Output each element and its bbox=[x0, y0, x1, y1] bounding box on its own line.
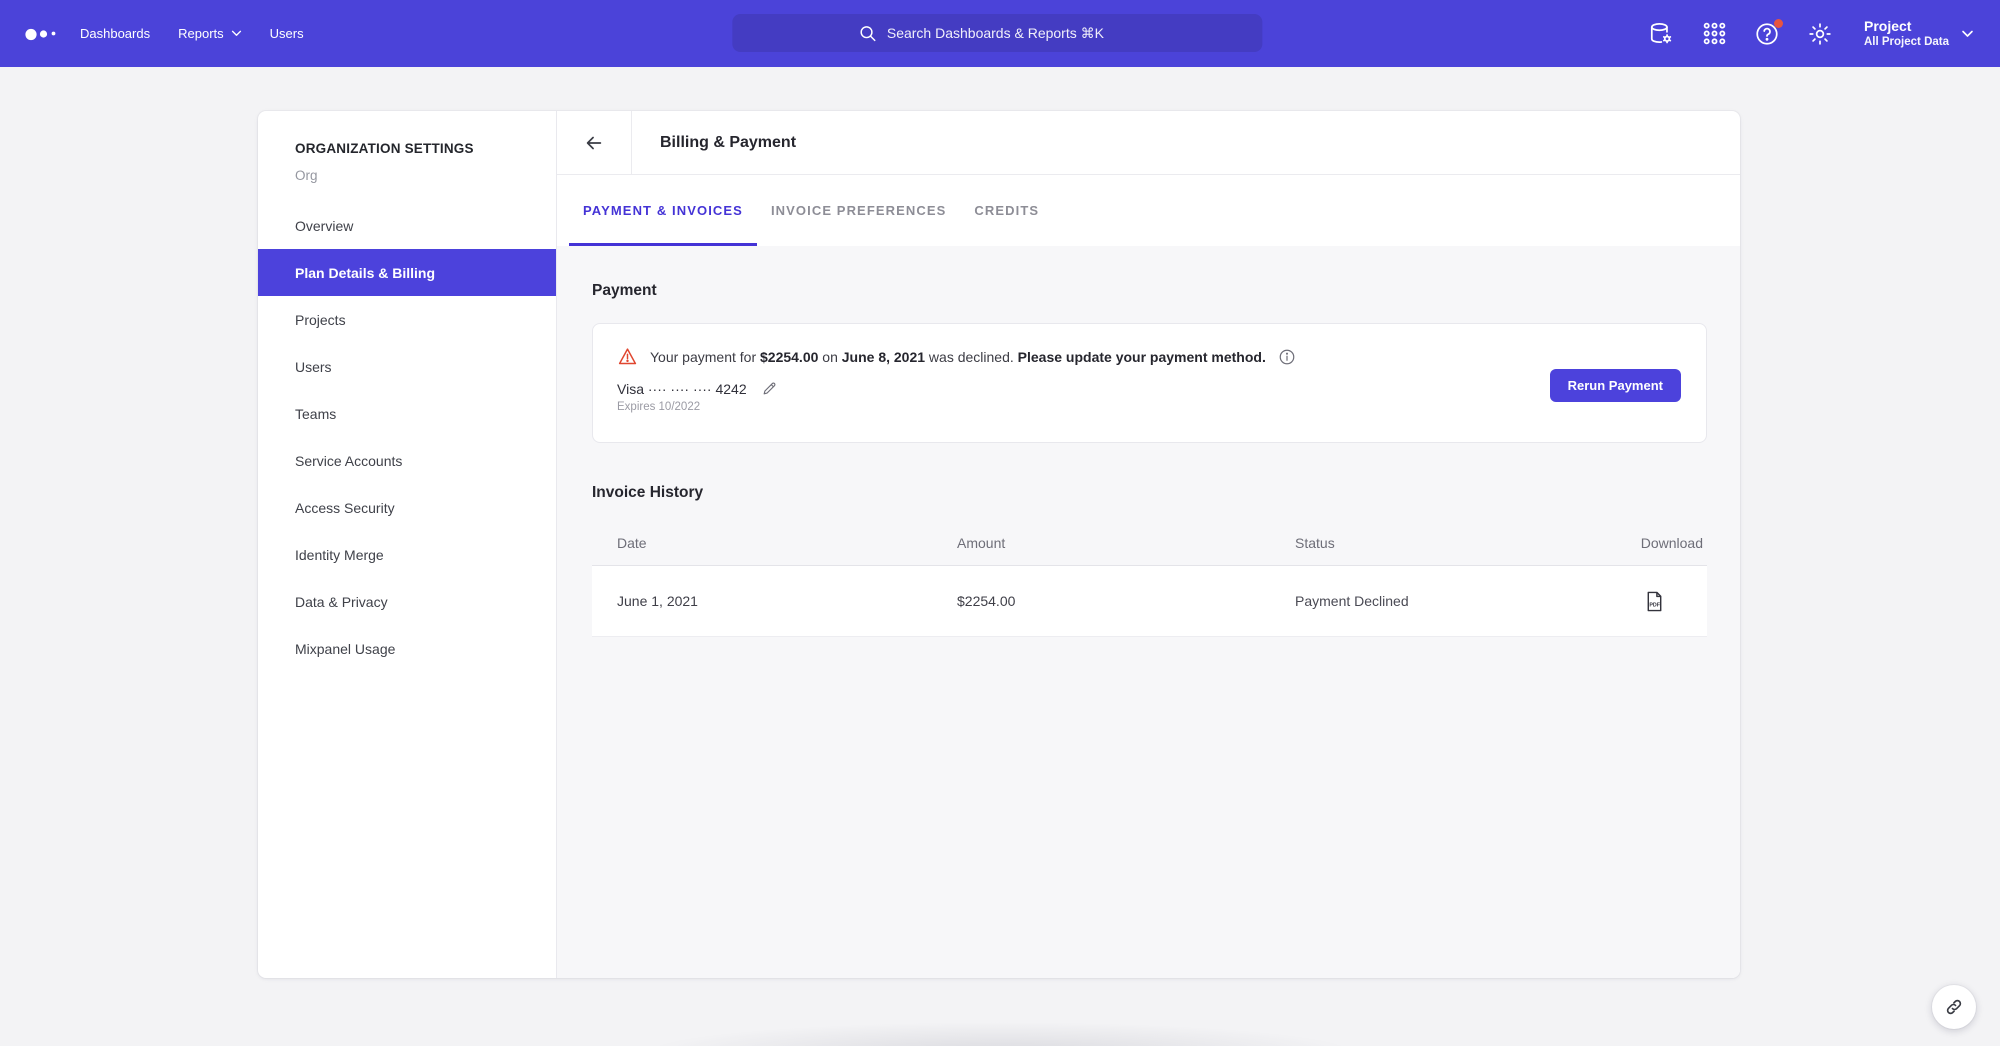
nav-users[interactable]: Users bbox=[270, 26, 304, 41]
tab-invoice-preferences[interactable]: INVOICE PREFERENCES bbox=[757, 175, 960, 246]
sidebar-item-plan-details-billing[interactable]: Plan Details & Billing bbox=[258, 249, 556, 296]
sidebar-list: Overview Plan Details & Billing Projects… bbox=[258, 202, 556, 672]
settings-gear-icon[interactable] bbox=[1807, 21, 1833, 47]
card-expiry: Expires 10/2022 bbox=[617, 401, 1682, 413]
invoice-status: Payment Declined bbox=[1295, 593, 1613, 609]
declined-amount: $2254.00 bbox=[760, 349, 818, 365]
declined-cta-text: Please update your payment method. bbox=[1018, 349, 1266, 365]
chevron-down-icon bbox=[231, 30, 242, 37]
invoice-date: June 1, 2021 bbox=[617, 593, 957, 609]
top-navbar: Dashboards Reports Users bbox=[0, 0, 2000, 67]
svg-text:PDF: PDF bbox=[1649, 602, 1660, 608]
mixpanel-logo-icon[interactable] bbox=[22, 23, 64, 45]
rerun-payment-button[interactable]: Rerun Payment bbox=[1550, 369, 1681, 402]
sidebar-item-mixpanel-usage[interactable]: Mixpanel Usage bbox=[258, 625, 556, 672]
invoice-amount: $2254.00 bbox=[957, 593, 1295, 609]
nav-dashboards-label: Dashboards bbox=[80, 26, 150, 41]
invoice-table: Date Amount Status Download June 1, 2021… bbox=[592, 520, 1707, 637]
warning-triangle-icon bbox=[617, 346, 638, 367]
data-management-icon[interactable] bbox=[1648, 21, 1674, 47]
sidebar-item-teams[interactable]: Teams bbox=[258, 390, 556, 437]
declined-text-on: on bbox=[818, 349, 841, 365]
payment-section-title: Payment bbox=[592, 280, 1707, 302]
help-icon[interactable] bbox=[1754, 21, 1780, 47]
tab-credits[interactable]: CREDITS bbox=[960, 175, 1053, 246]
primary-nav: Dashboards Reports Users bbox=[80, 26, 304, 41]
settings-sidebar: ORGANIZATION SETTINGS Org Overview Plan … bbox=[258, 111, 557, 978]
billing-tabs: PAYMENT & INVOICES INVOICE PREFERENCES C… bbox=[557, 175, 1740, 246]
settings-main-pane: Billing & Payment PAYMENT & INVOICES INV… bbox=[557, 111, 1740, 978]
link-icon bbox=[1943, 996, 1965, 1018]
copy-link-button[interactable] bbox=[1932, 985, 1976, 1029]
declined-message: Your payment for $2254.00 on June 8, 202… bbox=[650, 349, 1266, 365]
col-header-download: Download bbox=[1613, 535, 1703, 551]
sidebar-item-identity-merge[interactable]: Identity Merge bbox=[258, 531, 556, 578]
sidebar-item-access-security[interactable]: Access Security bbox=[258, 484, 556, 531]
invoice-row: June 1, 2021 $2254.00 Payment Declined P… bbox=[592, 566, 1707, 637]
project-selector[interactable]: Project All Project Data bbox=[1864, 18, 1974, 50]
declined-date: June 8, 2021 bbox=[842, 349, 925, 365]
search-input[interactable] bbox=[887, 25, 1137, 41]
page-title: Billing & Payment bbox=[632, 111, 796, 174]
edit-pencil-icon[interactable] bbox=[761, 380, 778, 397]
payment-declined-card: Your payment for $2254.00 on June 8, 202… bbox=[592, 323, 1707, 443]
download-pdf-icon[interactable]: PDF bbox=[1644, 590, 1665, 613]
sidebar-item-overview[interactable]: Overview bbox=[258, 202, 556, 249]
nav-users-label: Users bbox=[270, 26, 304, 41]
project-label: Project bbox=[1864, 18, 1949, 36]
nav-reports[interactable]: Reports bbox=[178, 26, 242, 41]
col-header-amount: Amount bbox=[957, 535, 1295, 551]
sidebar-item-users[interactable]: Users bbox=[258, 343, 556, 390]
page-header: Billing & Payment bbox=[557, 111, 1740, 175]
nav-reports-label: Reports bbox=[178, 26, 224, 41]
declined-text-pre: Your payment for bbox=[650, 349, 760, 365]
tab-payment-invoices[interactable]: PAYMENT & INVOICES bbox=[569, 175, 757, 246]
sidebar-heading: ORGANIZATION SETTINGS bbox=[295, 139, 556, 159]
org-settings-card: ORGANIZATION SETTINGS Org Overview Plan … bbox=[258, 111, 1740, 978]
info-icon[interactable] bbox=[1278, 348, 1296, 366]
col-header-date: Date bbox=[617, 535, 957, 551]
nav-dashboards[interactable]: Dashboards bbox=[80, 26, 150, 41]
global-search[interactable] bbox=[732, 14, 1262, 52]
declined-text-was: was declined. bbox=[925, 349, 1018, 365]
card-on-file: Visa ···· ···· ···· 4242 bbox=[617, 381, 747, 397]
tab-content: Payment Your payment for $2254.00 on Jun… bbox=[557, 246, 1740, 978]
invoice-history-title: Invoice History bbox=[592, 482, 1707, 504]
col-header-status: Status bbox=[1295, 535, 1613, 551]
nav-right-cluster: Project All Project Data bbox=[1648, 18, 1974, 50]
sidebar-item-service-accounts[interactable]: Service Accounts bbox=[258, 437, 556, 484]
back-button[interactable] bbox=[557, 111, 632, 174]
org-name: Org bbox=[295, 166, 556, 186]
apps-grid-icon[interactable] bbox=[1701, 21, 1727, 47]
project-value: All Project Data bbox=[1864, 35, 1949, 49]
invoice-table-header: Date Amount Status Download bbox=[592, 520, 1707, 566]
notification-badge bbox=[1774, 19, 1783, 28]
sidebar-item-data-privacy[interactable]: Data & Privacy bbox=[258, 578, 556, 625]
offscreen-panel-shadow bbox=[550, 1004, 1450, 1046]
back-arrow-icon bbox=[583, 132, 605, 154]
sidebar-item-projects[interactable]: Projects bbox=[258, 296, 556, 343]
chevron-down-icon bbox=[1961, 30, 1974, 38]
search-icon bbox=[858, 24, 877, 43]
